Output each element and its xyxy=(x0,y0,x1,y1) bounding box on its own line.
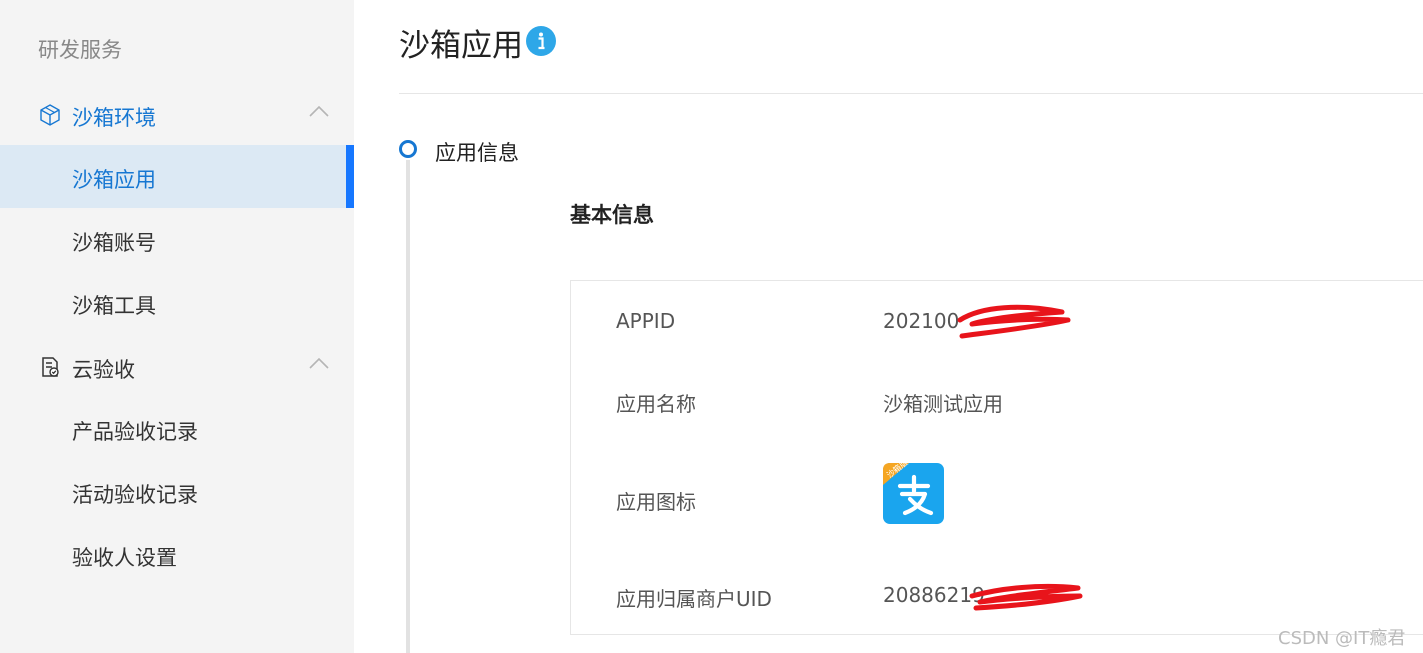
page-title: 沙箱应用 xyxy=(399,28,523,64)
sidebar-item-label: 沙箱工具 xyxy=(72,294,156,318)
watermark: CSDN @IT瘾君 xyxy=(1278,628,1406,649)
chevron-up-icon[interactable] xyxy=(308,104,330,118)
section-title: 基本信息 xyxy=(570,203,654,227)
sidebar-item-activity-acceptance[interactable]: 活动验收记录 xyxy=(0,460,354,523)
sidebar-item-sandbox-tools[interactable]: 沙箱工具 xyxy=(0,271,354,334)
alipay-icon: 沙箱版 xyxy=(883,463,944,524)
appid-label: APPID xyxy=(616,309,676,333)
app-name-label: 应用名称 xyxy=(616,392,696,416)
sidebar-item-label: 产品验收记录 xyxy=(72,420,198,444)
sidebar-group-label: 云验收 xyxy=(72,358,135,382)
info-icon[interactable] xyxy=(526,26,556,56)
step-connector xyxy=(406,160,410,653)
sidebar-group-label: 沙箱环境 xyxy=(72,106,156,130)
active-indicator xyxy=(346,145,354,208)
sidebar-item-acceptor-settings[interactable]: 验收人设置 xyxy=(0,523,354,586)
sidebar-item-label: 验收人设置 xyxy=(72,546,177,570)
redaction-scribble xyxy=(957,304,1071,339)
sidebar-item-label: 沙箱账号 xyxy=(72,231,156,255)
box-icon xyxy=(40,104,60,126)
redaction-scribble xyxy=(969,583,1083,611)
step-label: 应用信息 xyxy=(435,141,519,165)
app-name-value: 沙箱测试应用 xyxy=(883,392,1003,416)
sidebar-group-sandbox-env[interactable]: 沙箱环境 xyxy=(0,94,354,134)
header-divider xyxy=(399,93,1423,94)
chevron-up-icon[interactable] xyxy=(308,356,330,370)
sidebar-item-product-acceptance[interactable]: 产品验收记录 xyxy=(0,397,354,460)
sidebar: 研发服务 沙箱环境 沙箱应用 沙箱账号 沙箱工具 云验收 产品验收记录 活动验收… xyxy=(0,0,354,653)
sidebar-section-title: 研发服务 xyxy=(38,38,122,62)
sidebar-item-sandbox-app[interactable]: 沙箱应用 xyxy=(0,145,354,208)
sidebar-group-cloud-acceptance[interactable]: 云验收 xyxy=(0,346,354,386)
document-check-icon xyxy=(42,357,59,377)
appid-value: 202100 xyxy=(883,309,960,333)
sidebar-item-sandbox-account[interactable]: 沙箱账号 xyxy=(0,208,354,271)
merchant-uid-label: 应用归属商户UID xyxy=(616,587,772,611)
sidebar-item-label: 沙箱应用 xyxy=(72,168,156,192)
step-indicator xyxy=(399,140,417,158)
sidebar-item-label: 活动验收记录 xyxy=(72,483,198,507)
app-icon-label: 应用图标 xyxy=(616,490,696,514)
